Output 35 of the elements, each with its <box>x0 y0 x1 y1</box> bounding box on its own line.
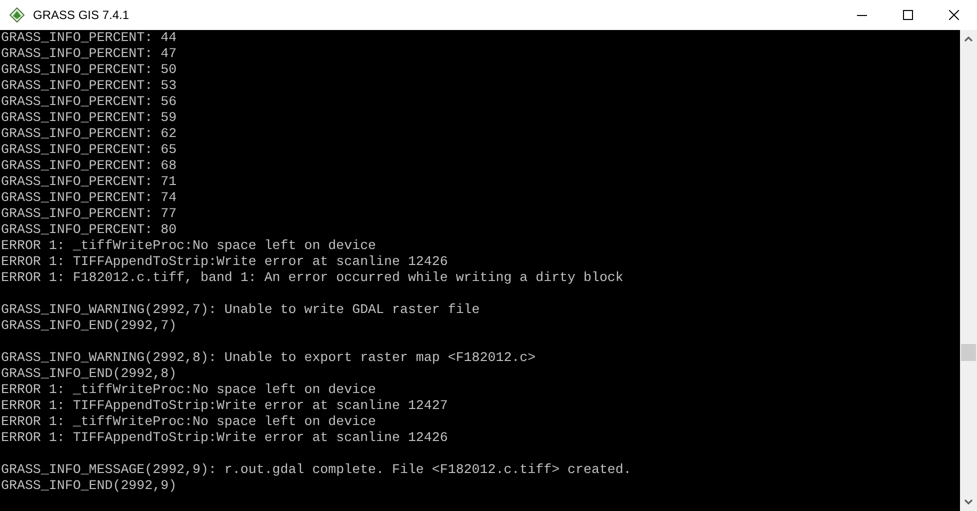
app-icon <box>9 7 25 23</box>
console-line: GRASS_INFO_MESSAGE(2992,9): r.out.gdal complete. File <F182012.c.tiff> created. <box>1 462 632 478</box>
console-line: GRASS_INFO_PERCENT: 50 <box>1 62 177 78</box>
scrollbar[interactable] <box>960 30 977 511</box>
console-line: GRASS_INFO_WARNING(2992,7): Unable to write GDAL raster file <box>1 302 480 318</box>
console-line: GRASS_INFO_PERCENT: 56 <box>1 94 177 110</box>
console-line: GRASS_INFO_PERCENT: 62 <box>1 126 177 142</box>
minimize-icon <box>857 14 867 16</box>
console-line: GRASS_INFO_PERCENT: 65 <box>1 142 177 158</box>
console-line: ERROR 1: TIFFAppendToStrip:Write error at scanline 12426 <box>1 430 448 446</box>
console-line: GRASS_INFO_PERCENT: 59 <box>1 110 177 126</box>
console-line: GRASS_INFO_PERCENT: 77 <box>1 206 177 222</box>
console-line: GRASS_INFO_PERCENT: 80 <box>1 222 177 238</box>
window-title: GRASS GIS 7.4.1 <box>33 8 130 22</box>
scroll-up-icon[interactable] <box>964 36 973 42</box>
scroll-down-icon[interactable] <box>964 499 973 505</box>
console-line: GRASS_INFO_PERCENT: 68 <box>1 158 177 174</box>
console-line: ERROR 1: F182012.c.tiff, band 1: An error occurred while writing a dirty block <box>1 270 624 286</box>
console-line: GRASS_INFO_PERCENT: 71 <box>1 174 177 190</box>
console-line: ERROR 1: _tiffWriteProc:No space left on device <box>1 414 376 430</box>
console-line: GRASS_INFO_END(2992,7) <box>1 318 177 334</box>
console-line: GRASS_INFO_PERCENT: 44 <box>1 30 177 46</box>
console-line: GRASS_INFO_PERCENT: 53 <box>1 78 177 94</box>
maximize-icon <box>903 10 913 20</box>
console-line: ERROR 1: _tiffWriteProc:No space left on device <box>1 382 376 398</box>
close-icon <box>949 10 959 20</box>
console-line: GRASS_INFO_END(2992,9) <box>1 478 177 494</box>
console-line: GRASS_INFO_PERCENT: 47 <box>1 46 177 62</box>
console-line: ERROR 1: TIFFAppendToStrip:Write error at scanline 12426 <box>1 254 448 270</box>
scrollbar-thumb[interactable] <box>961 344 976 361</box>
console-line: GRASS_INFO_WARNING(2992,8): Unable to export raster map <F182012.c> <box>1 350 536 366</box>
console-line: GRASS_INFO_END(2992,8) <box>1 366 177 382</box>
console-line: GRASS_INFO_PERCENT: 74 <box>1 190 177 206</box>
console-line: ERROR 1: TIFFAppendToStrip:Write error at scanline 12427 <box>1 398 448 414</box>
console-line: ERROR 1: _tiffWriteProc:No space left on device <box>1 238 376 254</box>
